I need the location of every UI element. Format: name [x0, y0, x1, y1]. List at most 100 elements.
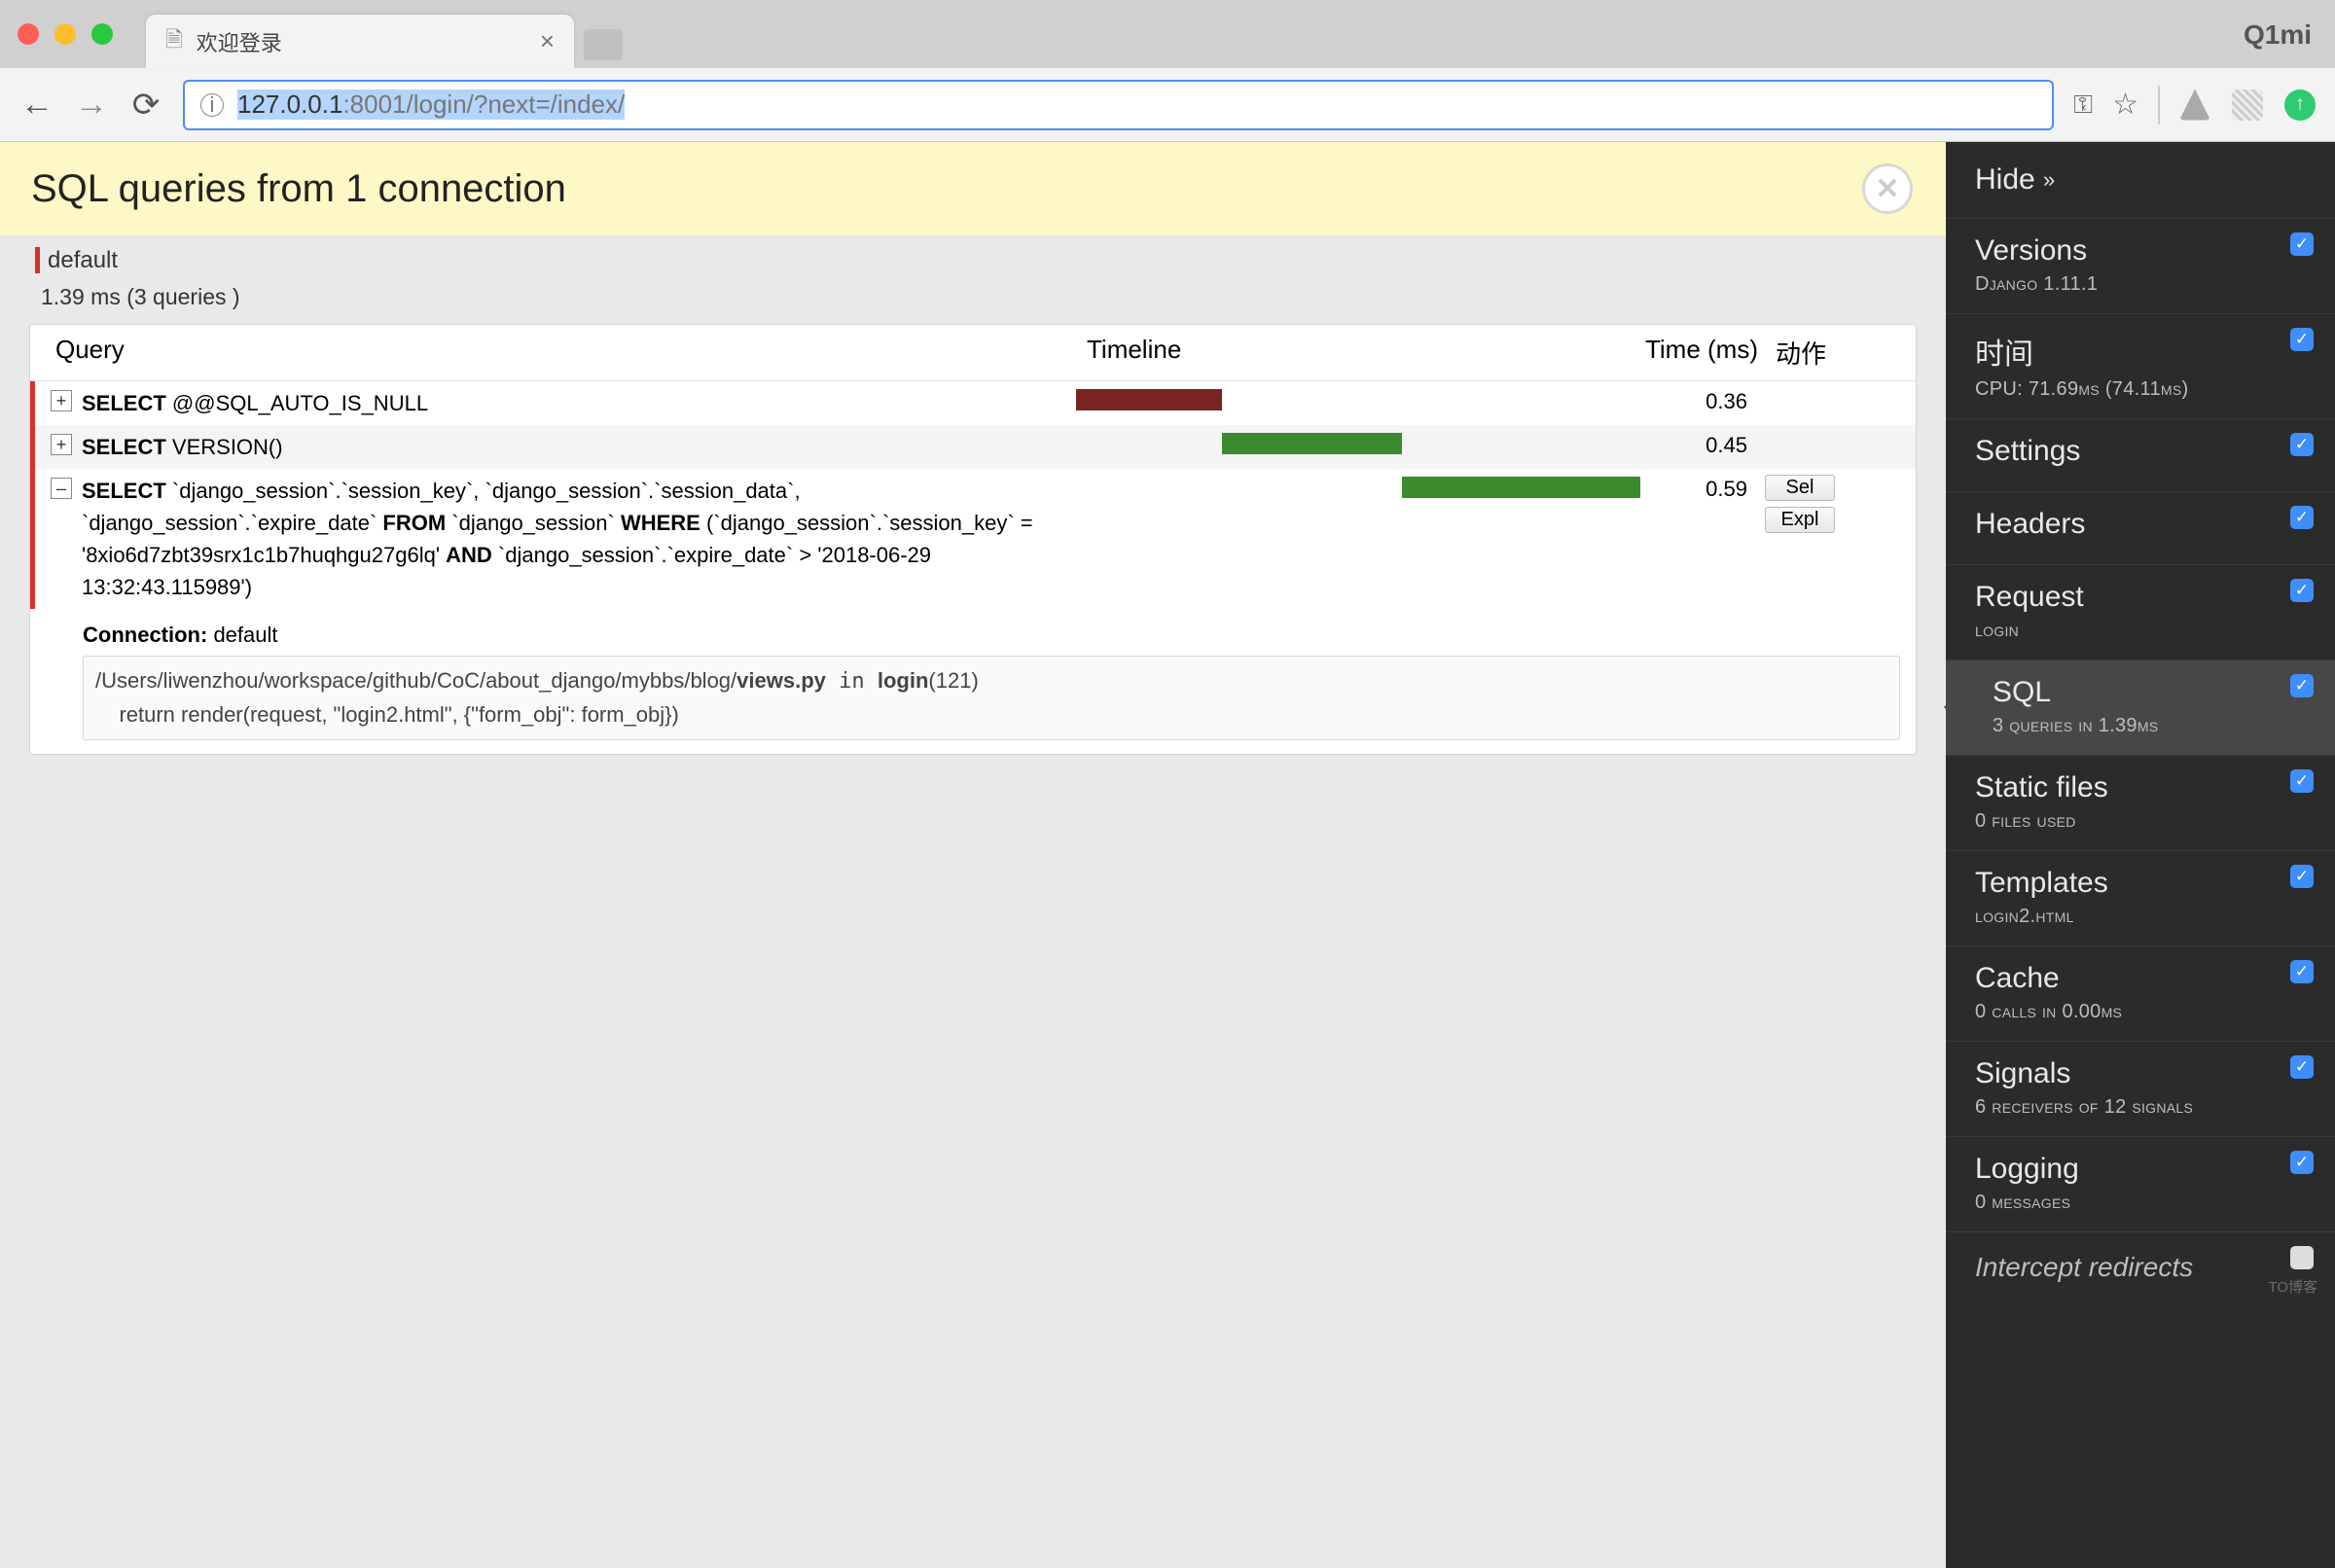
checkbox-icon[interactable]: ✓ — [2290, 506, 2314, 529]
panel-title: SQL queries from 1 connection — [31, 167, 566, 211]
close-tab-icon[interactable]: × — [540, 26, 555, 56]
table-row: – SELECT `django_session`.`session_key`,… — [30, 469, 1916, 609]
checkbox-icon[interactable]: ✓ — [2290, 960, 2314, 983]
checkbox-icon[interactable]: ✓ — [2290, 1151, 2314, 1174]
browser-tab[interactable]: 🗎 欢迎登录 × — [146, 15, 574, 68]
query-keyword: SELECT — [82, 435, 166, 459]
panel-header: SQL queries from 1 connection ✕ — [0, 142, 1946, 235]
url-path: :8001/login/?next=/index/ — [342, 89, 625, 119]
panel-request[interactable]: Request login ✓ — [1946, 565, 2335, 660]
panel-sql[interactable]: SQL 3 queries in 1.39ms ✓ — [1946, 660, 2335, 756]
panel-title: Request — [1975, 581, 2306, 614]
panel-title: Versions — [1975, 234, 2306, 267]
panel-versions[interactable]: Versions Django 1.11.1 ✓ — [1946, 219, 2335, 314]
reload-button[interactable]: ⟳ — [128, 86, 163, 125]
password-key-icon[interactable]: ⚿ — [2073, 89, 2093, 121]
code-file: views.py — [736, 668, 826, 693]
col-timeline: Timeline — [1087, 335, 1632, 371]
table-header: Query Timeline Time (ms) 动作 — [30, 325, 1916, 381]
page-content: SQL queries from 1 connection ✕ default … — [0, 142, 1946, 1568]
panel-title: Cache — [1975, 962, 2306, 995]
timeline-bar — [1076, 389, 1222, 410]
connection-name: default — [35, 247, 118, 273]
query-keyword: SELECT — [82, 479, 166, 503]
extension-icon-3[interactable] — [2284, 89, 2316, 121]
query-text: `django_session`.`session_key`, `django_… — [82, 479, 1033, 599]
panel-subtitle: login2.html — [1975, 906, 2306, 928]
address-bar[interactable]: i 127.0.0.1:8001/login/?next=/index/ — [183, 80, 2054, 130]
checkbox-icon[interactable]: ✓ — [2290, 232, 2314, 256]
panel-templates[interactable]: Templateslogin2.html✓ — [1946, 851, 2335, 946]
expl-button[interactable]: Expl — [1765, 507, 1835, 533]
checkbox-icon[interactable]: ✓ — [2290, 579, 2314, 602]
checkbox-icon[interactable]: ✓ — [2290, 674, 2314, 697]
close-panel-button[interactable]: ✕ — [1862, 163, 1913, 214]
panel-signals[interactable]: Signals 6 receivers of 12 signals ✓ — [1946, 1042, 2335, 1137]
hide-button[interactable]: Hide » — [1946, 142, 2335, 219]
site-info-icon[interactable]: i — [200, 93, 224, 117]
page-icon: 🗎 — [165, 23, 183, 60]
panel-title: Settings — [1975, 435, 2306, 468]
panel-subtitle: login — [1975, 620, 2306, 642]
panel-subtitle: 0 calls in 0.00ms — [1975, 1001, 2306, 1023]
new-tab-button[interactable] — [584, 29, 623, 60]
panel-logging[interactable]: Logging 0 messages ✓ — [1946, 1137, 2335, 1232]
expand-toggle[interactable]: – — [51, 478, 72, 499]
col-time: Time (ms) — [1632, 335, 1758, 371]
checkbox-icon[interactable]: ✓ — [2290, 1055, 2314, 1079]
code-in: in — [826, 669, 878, 694]
panel-title: Signals — [1975, 1057, 2306, 1090]
traceback-box: /Users/liwenzhou/workspace/github/CoC/ab… — [83, 656, 1900, 740]
expanded-details: Connection: default /Users/liwenzhou/wor… — [30, 623, 1916, 754]
extension-icon-2[interactable] — [2232, 89, 2263, 121]
panel-settings[interactable]: Settings✓ — [1946, 419, 2335, 492]
extension-icon-1[interactable] — [2179, 89, 2210, 121]
toolbar: ← → ⟳ i 127.0.0.1:8001/login/?next=/inde… — [0, 68, 2335, 142]
code-line: return render(request, "login2.html", {"… — [95, 698, 1887, 731]
expand-toggle[interactable]: + — [51, 434, 72, 455]
panel-subtitle: 6 receivers of 12 signals — [1975, 1096, 2306, 1119]
col-query: Query — [55, 335, 1087, 371]
panel-title: SQL — [1975, 676, 2306, 709]
panel-subtitle: 3 queries in 1.39ms — [1975, 715, 2306, 737]
profile-label[interactable]: Q1mi — [2244, 19, 2312, 51]
checkbox-icon[interactable]: ✓ — [2290, 328, 2314, 351]
checkbox-icon[interactable] — [2290, 1246, 2314, 1269]
panel-subtitle: 0 files used — [1975, 810, 2306, 833]
panel-subtitle: CPU: 71.69ms (74.11ms) — [1975, 378, 2306, 401]
checkbox-icon[interactable]: ✓ — [2290, 865, 2314, 888]
panel-时间[interactable]: 时间 CPU: 71.69ms (74.11ms) ✓ — [1946, 314, 2335, 419]
watermark: TO博客 — [2268, 1276, 2317, 1297]
window-controls — [18, 23, 113, 45]
tab-title: 欢迎登录 — [197, 26, 282, 57]
minimize-window-icon[interactable] — [54, 23, 76, 45]
back-button[interactable]: ← — [19, 86, 54, 124]
panel-subtitle: Django 1.11.1 — [1975, 273, 2306, 296]
panel-static-files[interactable]: Static files0 files used✓ — [1946, 756, 2335, 851]
sel-button[interactable]: Sel — [1765, 475, 1835, 501]
bookmark-star-icon[interactable]: ☆ — [2112, 88, 2138, 122]
url-host: 127.0.0.1 — [237, 89, 342, 119]
panel-subtitle: 0 messages — [1975, 1192, 2306, 1214]
checkbox-icon[interactable]: ✓ — [2290, 433, 2314, 456]
panel-headers[interactable]: Headers✓ — [1946, 492, 2335, 565]
code-path: /Users/liwenzhou/workspace/github/CoC/ab… — [95, 668, 736, 693]
connection-value: default — [207, 623, 277, 647]
close-window-icon[interactable] — [18, 23, 39, 45]
checkbox-icon[interactable]: ✓ — [2290, 769, 2314, 793]
maximize-window-icon[interactable] — [91, 23, 113, 45]
panel-title: Headers — [1975, 508, 2306, 541]
query-keyword: SELECT — [82, 391, 166, 415]
time-value: 0.36 — [1621, 387, 1747, 414]
forward-button: → — [74, 86, 109, 124]
code-fn: login — [878, 668, 929, 693]
intercept-redirects-panel[interactable]: Intercept redirects TO博客 — [1946, 1232, 2335, 1302]
expand-toggle[interactable]: + — [51, 390, 72, 411]
code-args: (121) — [928, 668, 978, 693]
timeline-bar — [1222, 433, 1402, 454]
col-action: 动作 — [1758, 335, 1846, 371]
panel-title: Logging — [1975, 1153, 2306, 1186]
panel-title: 时间 — [1975, 330, 2306, 373]
panel-cache[interactable]: Cache 0 calls in 0.00ms ✓ — [1946, 946, 2335, 1042]
connection-summary: 1.39 ms (3 queries ) — [0, 282, 1946, 324]
